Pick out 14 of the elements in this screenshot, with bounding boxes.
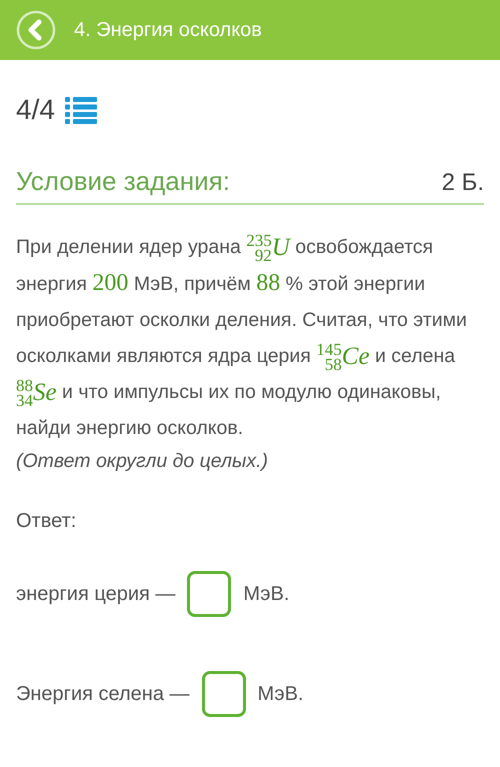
answer-box[interactable] [187, 571, 232, 617]
answer-box[interactable] [202, 671, 246, 717]
page-title: 4. Энергия осколков [74, 18, 262, 42]
unit-label: МэВ. [243, 582, 290, 606]
field-label: Энергия селена — [16, 682, 190, 706]
hint-text: (Ответ округли до целых.) [16, 449, 269, 474]
answer-label: Ответ: [16, 510, 78, 533]
field-label: энергия церия — [16, 582, 176, 606]
unit-label: МэВ. [258, 682, 304, 706]
back-icon[interactable] [16, 10, 56, 50]
points-label: 2 Б. [442, 169, 484, 197]
list-icon[interactable] [64, 96, 97, 124]
question-counter: 4/4 [16, 94, 55, 126]
section-heading: Условие задания: [16, 166, 230, 197]
